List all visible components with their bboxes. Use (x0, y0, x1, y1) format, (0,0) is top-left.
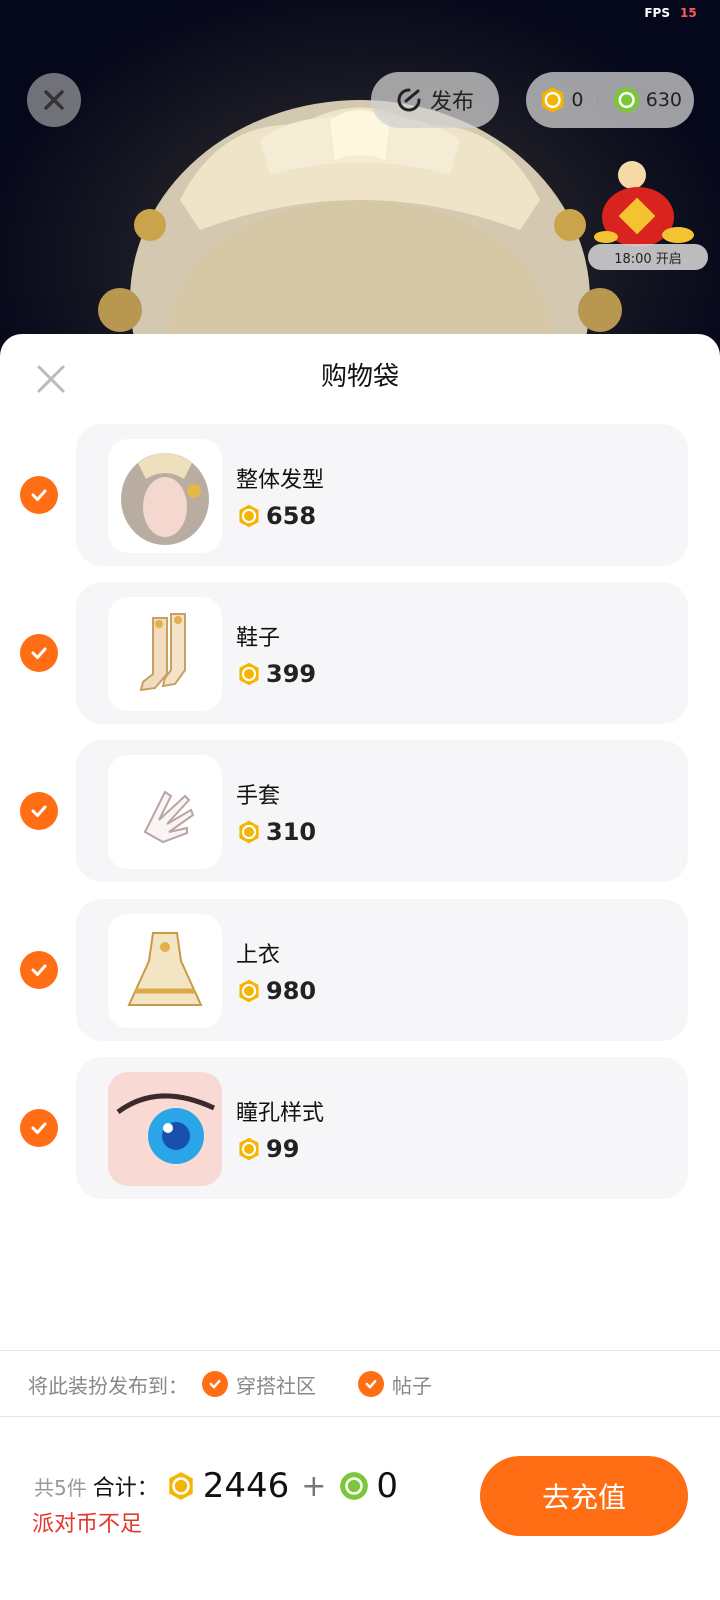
item-name: 上衣 (236, 943, 281, 968)
item-checkbox[interactable] (20, 634, 58, 672)
item-card[interactable]: 瞳孔样式 99 (76, 1057, 688, 1199)
item-name: 手套 (236, 784, 281, 809)
currency-balance[interactable]: 0 630 (526, 72, 694, 128)
gold-coin-icon (169, 1472, 193, 1500)
item-price-value: 980 (266, 977, 317, 1005)
item-card[interactable]: 手套 310 (76, 740, 688, 882)
total-line: 共5件 合计： 2446 + 0 (34, 1466, 398, 1506)
gold-coin-icon (239, 979, 259, 1003)
shopping-bag-sheet: 购物袋 整体发型 658 鞋子 399 手套 310 上衣 980 瞳孔样式 9… (0, 334, 720, 1600)
item-price-value: 658 (266, 502, 317, 530)
item-price: 99 (236, 1135, 299, 1163)
plus-sign: + (301, 1468, 327, 1504)
item-count: 共5件 (34, 1475, 87, 1500)
cart-item: 鞋子 399 (0, 582, 720, 724)
check-icon (31, 805, 47, 817)
gold-coin-icon (239, 820, 259, 844)
gold-coin-balance: 0 (571, 89, 584, 111)
checkout-footer: 共5件 合计： 2446 + 0 派对币不足 去充值 (0, 1418, 720, 1600)
item-price: 399 (236, 660, 316, 688)
total-label: 合计： (92, 1476, 159, 1501)
option-outfit-community[interactable]: 穿搭社区 (202, 1370, 316, 1399)
publish-destination-label: 将此装扮发布到： (28, 1373, 188, 1398)
currency-divider (597, 92, 599, 108)
item-price: 658 (236, 502, 316, 530)
recharge-button[interactable]: 去充值 (480, 1456, 688, 1536)
option-label: 穿搭社区 (236, 1373, 316, 1398)
item-checkbox[interactable] (20, 1109, 58, 1147)
item-price: 980 (236, 977, 316, 1005)
item-card[interactable]: 上衣 980 (76, 899, 688, 1041)
item-name: 整体发型 (236, 468, 325, 493)
item-name: 瞳孔样式 (236, 1101, 325, 1126)
green-total: 0 (376, 1466, 399, 1506)
gold-total: 2446 (202, 1466, 290, 1506)
publish-destination-row: 将此装扮发布到： 穿搭社区 帖子 (28, 1368, 432, 1400)
event-start-time: 18:00 开启 (588, 244, 708, 270)
close-button[interactable] (27, 73, 81, 127)
check-icon (31, 964, 47, 976)
cart-item: 瞳孔样式 99 (0, 1057, 720, 1199)
item-card[interactable]: 鞋子 399 (76, 582, 688, 724)
item-checkbox[interactable] (20, 476, 58, 514)
check-icon (31, 489, 47, 501)
pupil-thumbnail (108, 1072, 222, 1186)
item-price-value: 310 (266, 818, 317, 846)
gold-coin-icon (239, 662, 259, 686)
fortune-bag-icon (594, 161, 694, 247)
item-price: 310 (236, 818, 316, 846)
option-label: 帖子 (392, 1373, 432, 1398)
item-name: 鞋子 (236, 626, 281, 651)
check-icon (202, 1371, 228, 1397)
publish-label: 发布 (429, 90, 474, 115)
publish-icon (397, 88, 421, 112)
publish-button[interactable]: 发布 (371, 72, 499, 128)
avatar-preview-scene: FPS 15 发布 0 630 18:00 开启 (0, 0, 720, 340)
insufficient-coins-warning: 派对币不足 (32, 1512, 143, 1537)
check-icon (31, 1122, 47, 1134)
item-price-value: 99 (266, 1135, 300, 1163)
gold-coin-icon (541, 87, 564, 113)
gold-coin-icon (239, 504, 259, 528)
check-icon (358, 1371, 384, 1397)
check-icon (31, 647, 47, 659)
fps-label: FPS (644, 6, 670, 20)
item-card[interactable]: 整体发型 658 (76, 424, 688, 566)
item-checkbox[interactable] (20, 792, 58, 830)
cart-item: 上衣 980 (0, 899, 720, 1041)
hairstyle-thumbnail (108, 439, 222, 553)
gold-coin-icon (239, 1137, 259, 1161)
option-post[interactable]: 帖子 (358, 1370, 432, 1399)
green-coin-icon (340, 1472, 369, 1500)
divider (0, 1350, 720, 1351)
shoes-thumbnail (108, 597, 222, 711)
gloves-thumbnail (108, 755, 222, 869)
green-coin-balance: 630 (645, 89, 682, 111)
sheet-title: 购物袋 (320, 362, 399, 392)
cart-item: 手套 310 (0, 740, 720, 882)
divider (0, 1416, 720, 1417)
close-icon (44, 90, 64, 110)
green-coin-icon (614, 87, 640, 113)
top-thumbnail (108, 914, 222, 1028)
cart-item: 整体发型 658 (0, 424, 720, 566)
item-checkbox[interactable] (20, 951, 58, 989)
item-price-value: 399 (266, 660, 317, 688)
